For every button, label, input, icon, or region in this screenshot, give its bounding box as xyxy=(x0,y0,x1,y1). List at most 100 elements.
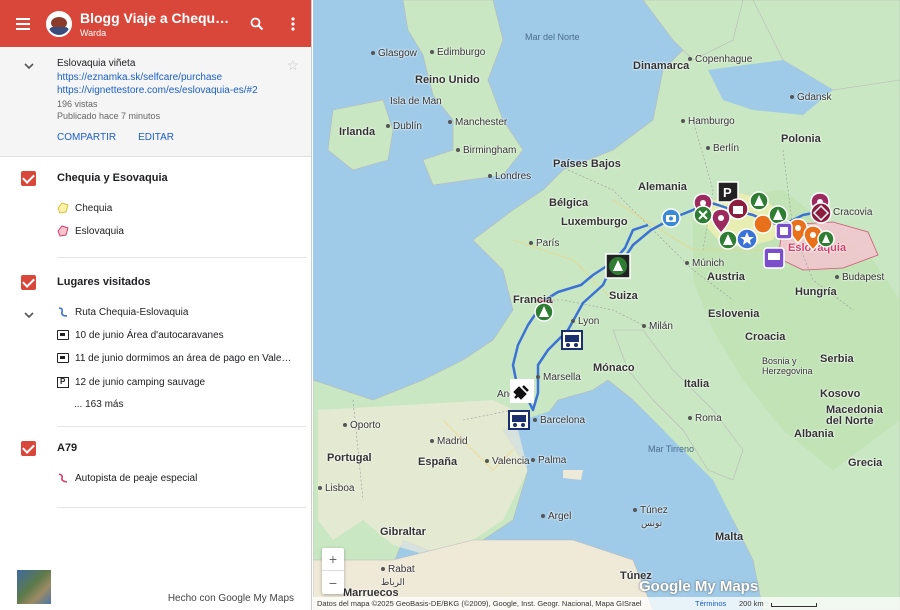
description-link-1[interactable]: https://eznamka.sk/selfcare/purchase xyxy=(57,72,311,83)
map-label: París xyxy=(529,238,559,249)
avatar xyxy=(46,10,72,37)
map-label: Oporto xyxy=(343,420,381,431)
edit-button[interactable]: EDITAR xyxy=(138,132,174,143)
map-title: Blogg Viaje a Chequia… xyxy=(80,9,230,26)
map-label: Gibraltar xyxy=(380,526,426,538)
map-label: Mar Tirreno xyxy=(648,444,695,454)
route-icon xyxy=(57,306,69,318)
chevron-down-icon[interactable] xyxy=(22,59,36,73)
search-icon[interactable] xyxy=(239,0,275,47)
map-label: Irlanda xyxy=(339,126,376,138)
description-link-2[interactable]: https://vignettestore.com/es/eslovaquia-… xyxy=(57,85,311,96)
item-label: Ruta Chequia-Eslovaquia xyxy=(75,306,189,318)
map-label: Palma xyxy=(531,455,566,466)
campervan-marker[interactable] xyxy=(763,247,785,269)
map-label: Madrid xyxy=(430,436,468,447)
share-button[interactable]: COMPARTIR xyxy=(57,132,116,143)
map-label: Italia xyxy=(684,378,710,390)
layer-checkbox[interactable] xyxy=(21,441,36,456)
description-title: Eslovaquia viñeta xyxy=(57,58,136,69)
zoom-in-button[interactable]: + xyxy=(322,548,344,571)
map-label: تونس xyxy=(641,518,663,528)
route-item[interactable]: Ruta Chequia-Eslovaquia xyxy=(57,306,188,318)
campsite-marker[interactable] xyxy=(749,191,769,211)
line-icon xyxy=(57,472,69,484)
divider xyxy=(57,426,306,427)
map-label: Barcelona xyxy=(533,415,585,426)
legend-panel: Blogg Viaje a Chequia… Warda ☆ Eslovaqui… xyxy=(0,0,312,610)
chevron-down-icon[interactable] xyxy=(22,308,36,322)
map-label: Argel xyxy=(541,511,571,522)
map-label: Mónaco xyxy=(593,362,635,374)
map-label: Isla de Man xyxy=(390,96,442,107)
item-label: Eslovaquia xyxy=(75,225,124,237)
map-label: Grecia xyxy=(848,457,883,469)
map-info: ☆ Eslovaquia viñeta https://eznamka.sk/s… xyxy=(0,47,311,157)
map-label: Mar del Norte xyxy=(525,32,580,42)
panel-header: Blogg Viaje a Chequia… Warda xyxy=(0,0,311,47)
map-label: Hamburgo xyxy=(681,116,735,127)
campsite-marker[interactable] xyxy=(605,253,631,279)
map-canvas[interactable]: Mar del Norte Glasgow Edimburgo Copenhag… xyxy=(313,0,900,610)
castle-marker[interactable] xyxy=(810,202,832,224)
terms-link[interactable]: Términos xyxy=(695,599,726,608)
map-label: Múnich xyxy=(685,258,724,269)
view-count: 196 vistas xyxy=(57,99,98,109)
map-label: Kosovo xyxy=(820,388,861,400)
star-icon[interactable]: ☆ xyxy=(286,57,299,74)
list-item[interactable]: 11 de junio dormimos an área de pago en … xyxy=(57,352,291,364)
more-items-link[interactable]: ... 163 más xyxy=(74,399,123,410)
hiking-marker[interactable] xyxy=(693,205,713,225)
map-label: Lisboa xyxy=(318,483,354,494)
layer-checkbox[interactable] xyxy=(21,275,36,290)
map-label: Birmingham xyxy=(456,145,516,156)
map-label: Países Bajos xyxy=(553,158,621,170)
map-label: Serbia xyxy=(820,353,854,365)
list-item[interactable]: 10 de junio Área d'autocaravanes xyxy=(57,329,224,341)
campervan-icon xyxy=(57,352,69,364)
list-item[interactable]: 12 de junio camping sauvage xyxy=(57,376,205,388)
map-label: Túnez xyxy=(633,505,668,516)
list-item[interactable]: Eslovaquia xyxy=(57,225,124,237)
map-label: Londres xyxy=(488,171,531,182)
basemap-thumbnail[interactable] xyxy=(17,570,51,604)
map-label: Alemania xyxy=(638,181,687,193)
campsite-marker[interactable] xyxy=(817,230,835,248)
map-label: Dinamarca xyxy=(633,60,690,72)
map-label: Reino Unido xyxy=(415,74,480,86)
charging-marker[interactable] xyxy=(509,378,535,404)
campervan-marker[interactable] xyxy=(561,330,583,350)
map-label: Berlín xyxy=(706,143,739,154)
campervan-marker[interactable] xyxy=(508,410,530,430)
map-label: Glasgow xyxy=(371,48,417,59)
map-label: Roma xyxy=(688,413,722,424)
castle-marker[interactable] xyxy=(727,198,749,220)
attribution-text: Datos del mapa ©2025 GeoBasis-DE/BKG (©2… xyxy=(317,599,642,608)
polygon-icon xyxy=(57,202,69,214)
map-label: Dublín xyxy=(386,121,422,132)
camera-marker[interactable] xyxy=(661,208,681,228)
map-label: Valencia xyxy=(485,456,530,467)
map-label: Gdansk xyxy=(790,92,831,103)
polygon-icon xyxy=(57,225,69,237)
list-item[interactable]: Chequia xyxy=(57,202,112,214)
map-label: Bosnia y Herzegovina xyxy=(762,356,813,376)
menu-icon[interactable] xyxy=(0,0,46,47)
layer-title: Lugares visitados xyxy=(57,276,151,288)
layer-checkbox[interactable] xyxy=(21,171,36,186)
scale-bar xyxy=(771,603,817,607)
map-label: Milán xyxy=(642,321,673,332)
item-label: 11 de junio dormimos an área de pago en … xyxy=(75,352,292,364)
more-options-icon[interactable] xyxy=(275,0,311,47)
divider xyxy=(57,257,306,258)
campsite-marker[interactable] xyxy=(718,230,738,250)
layer-title: Chequia y Esovaquia xyxy=(57,172,168,184)
map-label: Cracovia xyxy=(826,207,872,218)
building-marker[interactable] xyxy=(775,222,793,240)
zoom-out-button[interactable]: − xyxy=(322,571,344,594)
list-item[interactable]: Autopista de peaje especial xyxy=(57,472,197,484)
item-label: 10 de junio Área d'autocaravanes xyxy=(75,329,224,341)
map-label: Marsella xyxy=(536,372,581,383)
campsite-marker[interactable] xyxy=(534,302,554,322)
item-label: 12 de junio camping sauvage xyxy=(75,376,206,388)
